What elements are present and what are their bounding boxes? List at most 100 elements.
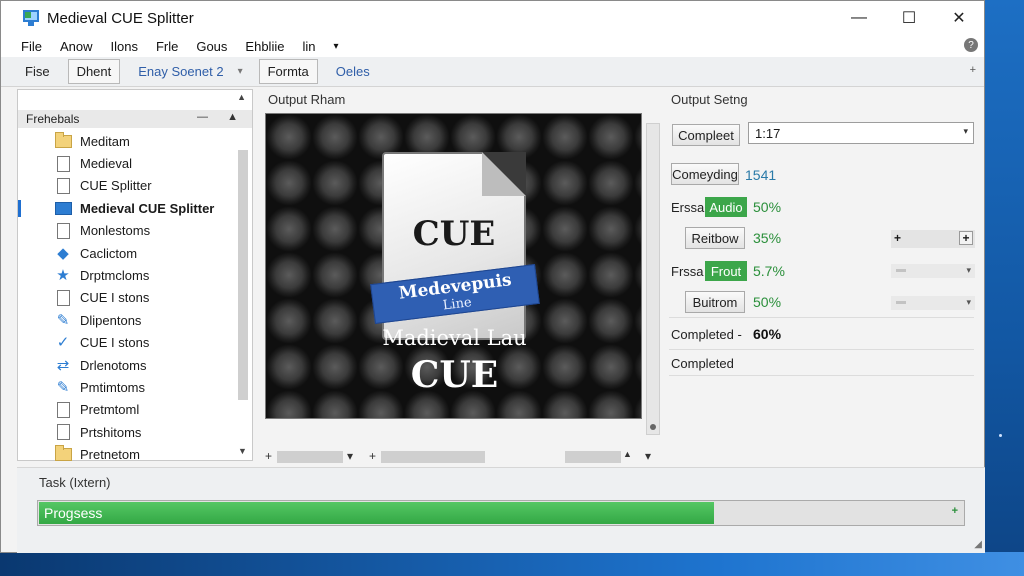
maximize-button[interactable]: ☐ bbox=[884, 1, 934, 35]
preview-scrollbar[interactable] bbox=[646, 123, 660, 435]
document-icon bbox=[54, 177, 72, 194]
frout-dropdown[interactable]: ▾ bbox=[891, 264, 975, 278]
audio-tag[interactable]: Audio bbox=[705, 197, 747, 217]
tree-item[interactable]: Monlestoms bbox=[18, 220, 234, 242]
tree-item[interactable]: Pretmtoml bbox=[18, 399, 234, 421]
taskbar-glow bbox=[0, 552, 1024, 576]
reitbow-button[interactable]: Reitbow bbox=[685, 227, 745, 249]
sidebar-scroll-down-icon[interactable]: ▼ bbox=[238, 446, 247, 456]
output-settings-panel: Compleet 1:17 ▾ Comeyding 1541 Erssa Aud… bbox=[669, 113, 979, 453]
folder-icon bbox=[54, 131, 72, 149]
settings-divider bbox=[669, 349, 974, 350]
frout-tag[interactable]: Frout bbox=[705, 261, 747, 281]
compleet-button[interactable]: Compleet bbox=[672, 124, 740, 146]
progress-plus-icon[interactable]: + bbox=[952, 505, 958, 517]
tree-item[interactable]: CUE I stons bbox=[18, 287, 234, 309]
comeyding-button[interactable]: Comeyding bbox=[671, 163, 739, 185]
hscroll-track[interactable] bbox=[381, 451, 485, 463]
menu-frle[interactable]: Frle bbox=[154, 39, 180, 54]
toolbar-formta[interactable]: Formta bbox=[258, 59, 318, 84]
settings-label: Output Setng bbox=[671, 92, 748, 107]
tree-item-label: Medieval CUE Splitter bbox=[80, 200, 215, 216]
tree-item-label: CUE Splitter bbox=[80, 178, 152, 194]
sidebar-scroll-thumb[interactable] bbox=[238, 150, 248, 400]
tree-item[interactable]: ✎ Pmtimtoms bbox=[18, 376, 234, 398]
tree-item[interactable]: ◆ Caclictom bbox=[18, 242, 234, 264]
tree-item[interactable]: ⇄ Drlenotoms bbox=[18, 354, 234, 376]
menu-gous[interactable]: Gous bbox=[194, 39, 229, 54]
hscroll-thumb[interactable] bbox=[277, 451, 343, 463]
resize-grip-icon[interactable]: ◢ bbox=[974, 539, 982, 550]
toolbar-oeles[interactable]: Oeles bbox=[328, 60, 378, 83]
tree-item[interactable]: Meditam bbox=[18, 130, 234, 152]
close-button[interactable]: ✕ bbox=[934, 1, 984, 35]
tree-item[interactable]: ✎ Dlipentons bbox=[18, 309, 234, 331]
tree-item-selected[interactable]: Medieval CUE Splitter bbox=[18, 197, 234, 219]
sidebar-header-controls[interactable]: — ▲ bbox=[197, 111, 246, 123]
comeyding-value: 1541 bbox=[745, 167, 777, 183]
tree-list: Meditam Medieval CUE Splitter Medieval C… bbox=[18, 130, 234, 466]
menu-lin[interactable]: lin bbox=[300, 39, 317, 54]
tree-item[interactable]: Medieval bbox=[18, 152, 234, 174]
dropdown-placeholder bbox=[896, 301, 906, 304]
toolbar-plus-icon[interactable]: + bbox=[970, 64, 976, 76]
sidebar-scrollbar[interactable]: ▼ bbox=[236, 130, 250, 456]
reitbow-stepper[interactable]: + + bbox=[891, 230, 975, 248]
hscroll-down-icon[interactable]: ▾ bbox=[645, 449, 651, 463]
preview-caption-large: CUE bbox=[410, 354, 499, 396]
tree-item-label: Drlenotoms bbox=[80, 357, 147, 373]
hscroll-right-track[interactable] bbox=[565, 451, 621, 463]
audio-percent: 50% bbox=[753, 199, 782, 215]
menu-bar: File Anow Ilons Frle Gous Ehbliie lin ▾ … bbox=[1, 35, 984, 57]
stepper-plus-icon[interactable]: + bbox=[959, 231, 973, 245]
buitrom-dropdown[interactable]: ▾ bbox=[891, 296, 975, 310]
tree-item-label: Drptmcloms bbox=[80, 268, 150, 284]
chevron-down-icon: ▾ bbox=[963, 126, 968, 136]
tree-item-label: CUE I stons bbox=[80, 335, 150, 351]
window-title: Medieval CUE Splitter bbox=[47, 9, 194, 27]
toolbar-fise[interactable]: Fise bbox=[17, 60, 58, 83]
tree-item[interactable]: Pretnetom bbox=[18, 443, 234, 465]
tree-item-label: Pretnetom bbox=[80, 447, 140, 463]
toolbar-chevron-down-icon[interactable]: ▾ bbox=[238, 66, 243, 77]
completed-percent: 60% bbox=[753, 326, 782, 342]
preview-label: Output Rham bbox=[268, 92, 346, 107]
shuffle-icon: ⇄ bbox=[56, 356, 70, 374]
tree-item[interactable]: ✓ CUE I stons bbox=[18, 332, 234, 354]
ratio-select[interactable]: 1:17 ▾ bbox=[748, 122, 974, 144]
tree-item[interactable]: ★ Drptmcloms bbox=[18, 264, 234, 286]
tree-item[interactable]: CUE Splitter bbox=[18, 175, 234, 197]
title-bar[interactable]: Medieval CUE Splitter — ☐ ✕ bbox=[1, 1, 984, 35]
tree-item-label: Meditam bbox=[80, 133, 130, 149]
tag-icon: ◆ bbox=[57, 244, 69, 262]
menu-file[interactable]: File bbox=[19, 39, 44, 54]
list-icon bbox=[54, 401, 72, 418]
chevron-down-icon: ▾ bbox=[966, 265, 971, 275]
sidebar-header: Frehebals — ▲ bbox=[18, 110, 252, 128]
hscroll-chevron-down-icon[interactable]: ▾ bbox=[347, 449, 353, 463]
buitrom-button[interactable]: Buitrom bbox=[685, 291, 745, 313]
menu-anow[interactable]: Anow bbox=[58, 39, 95, 54]
hscroll-plus-icon[interactable]: + bbox=[369, 449, 376, 463]
hscroll-left-plus-icon[interactable]: + bbox=[265, 449, 272, 463]
preview-scroll-handle[interactable] bbox=[650, 424, 656, 430]
stepper-left-plus-icon[interactable]: + bbox=[894, 231, 901, 245]
minimize-button[interactable]: — bbox=[834, 1, 884, 35]
selection-marker bbox=[18, 200, 21, 218]
desktop-background bbox=[984, 0, 1024, 576]
hscroll-up-icon[interactable]: ▲ bbox=[623, 449, 632, 459]
toolbar-dhent[interactable]: Dhent bbox=[67, 59, 121, 84]
tree-item[interactable]: Prtshitoms bbox=[18, 421, 234, 443]
menu-ilons[interactable]: Ilons bbox=[108, 39, 139, 54]
check-icon: ✓ bbox=[56, 334, 70, 352]
toolbar-enay-soenet[interactable]: Enay Soenet 2 bbox=[130, 60, 231, 83]
sidebar-scroll-up-icon[interactable]: ▲ bbox=[237, 92, 246, 102]
reitbow-percent: 35% bbox=[753, 230, 782, 246]
list-icon bbox=[54, 424, 72, 441]
frout-row-label: Frssa bbox=[671, 264, 704, 279]
chevron-down-icon: ▾ bbox=[966, 297, 971, 307]
menu-overflow-chevron-icon[interactable]: ▾ bbox=[331, 41, 340, 52]
sidebar-tree-panel: ▲ Frehebals — ▲ Meditam Medieval CUE Spl… bbox=[17, 89, 253, 462]
menu-ehbliie[interactable]: Ehbliie bbox=[243, 39, 286, 54]
help-circle-icon[interactable]: ? bbox=[964, 38, 978, 52]
